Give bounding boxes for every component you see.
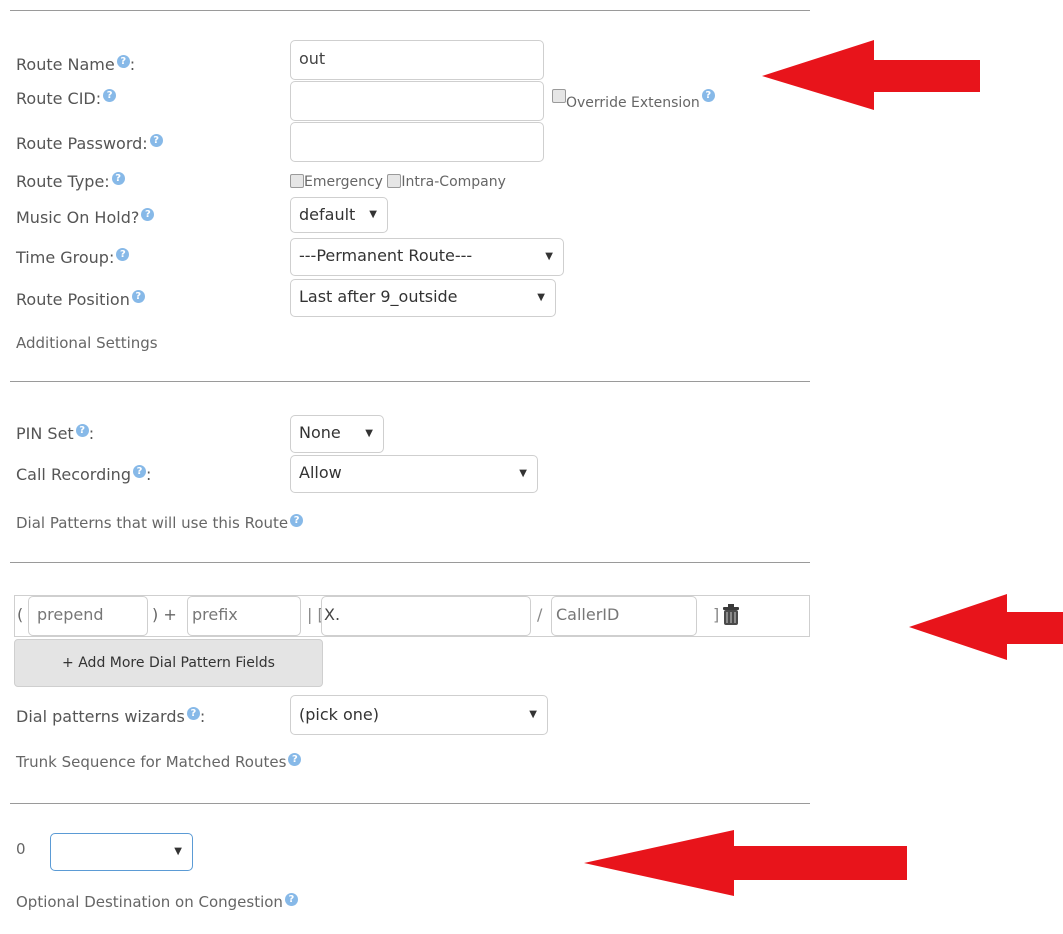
- add-dial-pattern-button[interactable]: + Add More Dial Pattern Fields: [14, 639, 323, 687]
- help-icon[interactable]: ?: [290, 514, 304, 527]
- help-icon[interactable]: ?: [132, 465, 146, 478]
- call-recording-label: Call Recording?:: [16, 465, 152, 484]
- route-type-options: Emergency Intra-Company: [290, 174, 506, 190]
- intra-company-checkbox[interactable]: [387, 174, 402, 188]
- chevron-down-icon: ▼: [529, 709, 537, 720]
- trunk-sequence-heading: Trunk Sequence for Matched Routes?: [16, 753, 302, 771]
- route-name-label: Route Name?:: [16, 55, 136, 74]
- help-icon[interactable]: ?: [116, 55, 130, 68]
- route-position-select[interactable]: Last after 9_outside ▼: [290, 279, 556, 317]
- chevron-down-icon: ▼: [174, 846, 182, 857]
- override-extension-checkbox[interactable]: [552, 89, 566, 103]
- help-icon[interactable]: ?: [288, 753, 302, 766]
- music-on-hold-label: Music On Hold??: [16, 208, 155, 227]
- help-icon[interactable]: ?: [141, 208, 155, 221]
- red-arrow: [909, 594, 1063, 660]
- chevron-down-icon: ▼: [545, 251, 553, 262]
- dial-wizard-select[interactable]: (pick one) ▼: [290, 695, 548, 735]
- pin-set-select[interactable]: None ▼: [290, 415, 384, 453]
- route-password-input[interactable]: [290, 122, 544, 162]
- time-group-label: Time Group:?: [16, 248, 130, 267]
- trunk-index: 0: [16, 840, 26, 858]
- top-divider: [10, 10, 810, 11]
- trunk-select[interactable]: ▼: [50, 833, 193, 871]
- chevron-down-icon: ▼: [365, 428, 373, 439]
- help-icon[interactable]: ?: [186, 707, 200, 720]
- dial-wizard-label: Dial patterns wizards?:: [16, 707, 206, 726]
- chevron-down-icon: ▼: [369, 209, 377, 220]
- route-password-label: Route Password:?: [16, 134, 163, 153]
- call-recording-select[interactable]: Allow ▼: [290, 455, 538, 493]
- chevron-down-icon: ▼: [537, 292, 545, 303]
- additional-settings-heading: Additional Settings: [16, 334, 158, 352]
- prefix-input[interactable]: prefix: [187, 596, 301, 636]
- help-icon[interactable]: ?: [149, 134, 163, 147]
- chevron-down-icon: ▼: [519, 468, 527, 479]
- prepend-input[interactable]: prepend: [28, 596, 148, 636]
- red-arrow: [584, 830, 907, 896]
- route-position-label: Route Position?: [16, 290, 145, 309]
- congestion-heading: Optional Destination on Congestion?: [16, 893, 298, 911]
- time-group-select[interactable]: ---Permanent Route--- ▼: [290, 238, 564, 276]
- route-name-input[interactable]: out: [290, 40, 544, 80]
- music-on-hold-select[interactable]: default ▼: [290, 197, 388, 233]
- help-icon[interactable]: ?: [131, 290, 145, 303]
- help-icon[interactable]: ?: [284, 893, 298, 906]
- emergency-checkbox[interactable]: [290, 174, 304, 188]
- route-cid-input[interactable]: [290, 81, 544, 121]
- override-extension: Override Extension?: [552, 89, 715, 111]
- help-icon[interactable]: ?: [111, 172, 125, 185]
- help-icon[interactable]: ?: [701, 89, 715, 102]
- divider: [10, 562, 810, 563]
- divider: [10, 803, 810, 804]
- callerid-input[interactable]: CallerID: [551, 596, 697, 636]
- dial-patterns-heading: Dial Patterns that will use this Route?: [16, 514, 304, 532]
- route-cid-label: Route CID:?: [16, 89, 117, 108]
- red-arrow: [762, 40, 980, 110]
- dial-pattern-row: ( prepend ) + prefix | [ X. / CallerID ]: [14, 595, 810, 637]
- help-icon[interactable]: ?: [116, 248, 130, 261]
- route-type-label: Route Type:?: [16, 172, 125, 191]
- match-pattern-input[interactable]: X.: [321, 596, 531, 636]
- help-icon[interactable]: ?: [75, 424, 89, 437]
- trash-icon[interactable]: [722, 604, 740, 626]
- divider: [10, 381, 810, 382]
- pin-set-label: PIN Set?:: [16, 424, 95, 443]
- help-icon[interactable]: ?: [103, 89, 117, 102]
